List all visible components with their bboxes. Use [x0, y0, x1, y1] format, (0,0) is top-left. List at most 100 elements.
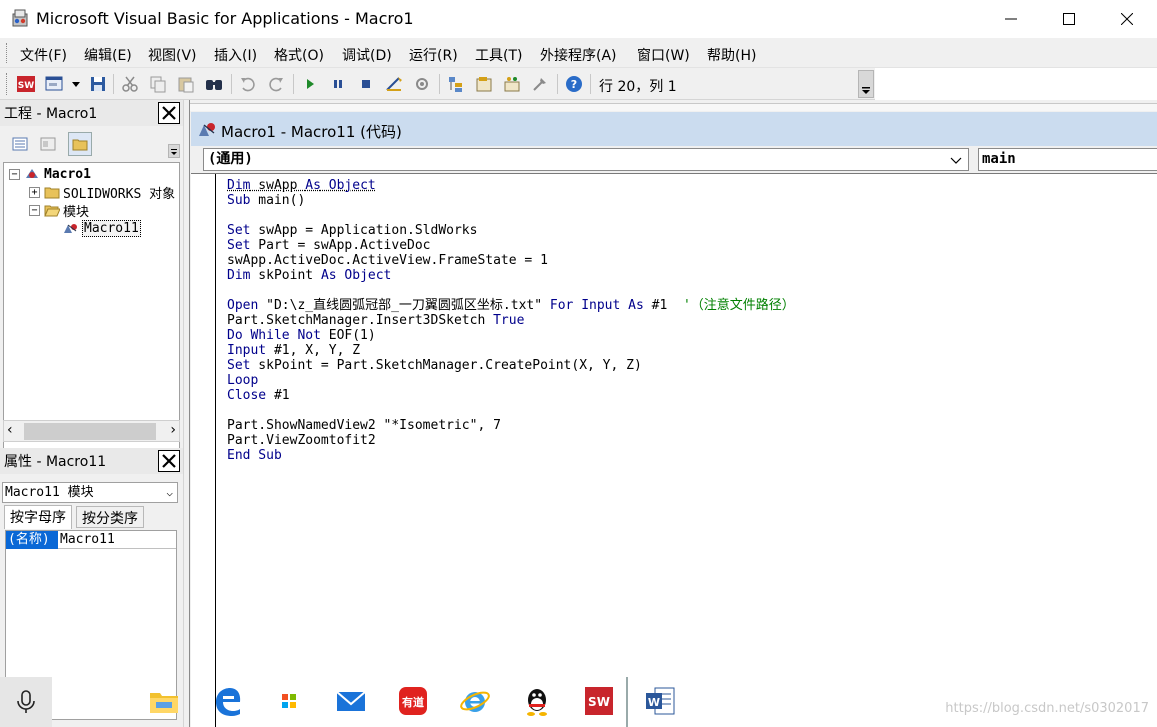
code-line[interactable]: Set Part = swApp.ActiveDoc — [227, 238, 1157, 253]
code-line[interactable]: Part.ViewZoomtofit2 — [227, 433, 1157, 448]
toolbox-button[interactable] — [530, 74, 550, 94]
procedure-combo[interactable]: main — [978, 148, 1157, 171]
tab-categorized[interactable]: 按分类序 — [76, 506, 144, 528]
toolbar-separator — [293, 74, 294, 94]
insert-dropdown-arrow[interactable] — [66, 74, 78, 94]
menu-window[interactable]: 窗口(W) — [637, 45, 690, 65]
code-text[interactable]: Dim swApp As Object Sub main() Set swApp … — [227, 178, 1157, 463]
code-line[interactable]: Close #1 — [227, 388, 1157, 403]
code-line[interactable]: Input #1, X, Y, Z — [227, 343, 1157, 358]
project-toolbar-overflow[interactable] — [168, 144, 180, 158]
menu-insert[interactable]: 插入(I) — [214, 45, 257, 65]
tab-alphabetic[interactable]: 按字母序 — [4, 505, 72, 529]
code-line[interactable]: End Sub — [227, 448, 1157, 463]
taskbar-youdao[interactable]: 有道 — [396, 684, 430, 718]
taskbar-word[interactable]: W — [643, 684, 677, 718]
code-line[interactable]: Dim swApp As Object — [227, 178, 1157, 193]
view-solidworks-button[interactable]: SW — [16, 74, 36, 94]
collapse-toggle[interactable]: − — [29, 205, 40, 216]
toolbar-overflow-button[interactable] — [858, 70, 874, 98]
taskbar-file-explorer[interactable] — [147, 684, 181, 718]
view-object-button[interactable] — [36, 132, 60, 156]
tree-horizontal-scrollbar[interactable]: ‹ › — [3, 420, 180, 442]
code-line[interactable] — [227, 403, 1157, 418]
tree-node-module-macro11[interactable]: Macro11 — [62, 219, 141, 237]
design-mode-button[interactable] — [384, 74, 404, 94]
scrollbar-thumb[interactable] — [24, 423, 156, 440]
toolbar-separator — [557, 74, 558, 94]
code-window-titlebar: Macro1 - Macro11 (代码) — [191, 112, 1157, 146]
code-line[interactable]: swApp.ActiveDoc.ActiveView.FrameState = … — [227, 253, 1157, 268]
code-line[interactable]: Do While Not EOF(1) — [227, 328, 1157, 343]
debug-tool-button[interactable] — [412, 74, 432, 94]
undo-button[interactable] — [238, 74, 258, 94]
code-line[interactable]: Loop — [227, 373, 1157, 388]
close-button[interactable] — [1098, 0, 1156, 38]
menu-help[interactable]: 帮助(H) — [707, 45, 756, 65]
code-editor[interactable]: Dim swApp As Object Sub main() Set swApp … — [191, 173, 1157, 727]
insert-userform-button[interactable] — [44, 74, 64, 94]
code-margin[interactable] — [191, 174, 216, 727]
scroll-right-icon[interactable]: › — [170, 422, 176, 438]
menu-file[interactable]: 文件(F) — [20, 45, 67, 65]
menu-format[interactable]: 格式(O) — [274, 45, 324, 65]
scroll-left-icon[interactable]: ‹ — [7, 422, 13, 438]
taskbar-mail[interactable] — [334, 684, 368, 718]
code-token: Part.SketchManager.Insert3DSketch — [227, 313, 493, 328]
code-line[interactable]: Sub main() — [227, 193, 1157, 208]
object-browser-button[interactable] — [502, 74, 522, 94]
menu-addins[interactable]: 外接程序(A) — [540, 45, 617, 65]
code-token: "D:\z_直线圆弧冠部_一刀翼圆弧区坐标.txt" — [258, 298, 550, 313]
taskbar-edge[interactable] — [210, 684, 244, 718]
collapse-toggle[interactable]: − — [9, 169, 20, 180]
tree-node-solidworks-objects[interactable]: + SOLIDWORKS 对象 — [29, 183, 175, 201]
properties-window-button[interactable] — [474, 74, 494, 94]
menu-view[interactable]: 视图(V) — [148, 45, 197, 65]
properties-pane-close-button[interactable] — [158, 450, 180, 472]
object-combo[interactable]: (通用) — [203, 148, 969, 171]
microphone-button[interactable] — [0, 677, 52, 727]
cut-button[interactable] — [120, 74, 140, 94]
code-line[interactable]: Part.ShowNamedView2 "*Isometric", 7 — [227, 418, 1157, 433]
break-button[interactable] — [328, 74, 348, 94]
taskbar-solidworks[interactable]: SW — [582, 684, 616, 718]
property-row[interactable]: (名称) Macro11 — [6, 531, 176, 549]
code-line[interactable] — [227, 208, 1157, 223]
taskbar-internet-explorer[interactable] — [458, 684, 492, 718]
project-pane-close-button[interactable] — [158, 102, 180, 124]
find-button[interactable] — [204, 74, 224, 94]
code-line[interactable]: Set skPoint = Part.SketchManager.CreateP… — [227, 358, 1157, 373]
property-value[interactable]: Macro11 — [60, 531, 115, 548]
taskbar-store[interactable] — [272, 684, 306, 718]
code-line[interactable]: Dim skPoint As Object — [227, 268, 1157, 283]
project-explorer-button[interactable] — [446, 74, 466, 94]
help-button[interactable]: ? — [564, 74, 584, 94]
maximize-button[interactable] — [1040, 0, 1098, 38]
paste-button[interactable] — [176, 74, 196, 94]
run-button[interactable] — [300, 74, 320, 94]
reset-button[interactable] — [356, 74, 376, 94]
redo-button[interactable] — [266, 74, 286, 94]
expand-toggle[interactable]: + — [29, 187, 40, 198]
code-line[interactable]: Open "D:\z_直线圆弧冠部_一刀翼圆弧区坐标.txt" For Inpu… — [227, 298, 1157, 313]
module-icon — [62, 221, 80, 235]
code-line[interactable] — [227, 283, 1157, 298]
code-line[interactable]: Part.SketchManager.Insert3DSketch True — [227, 313, 1157, 328]
taskbar-qq[interactable] — [520, 684, 554, 718]
menu-run[interactable]: 运行(R) — [409, 45, 458, 65]
menu-tools[interactable]: 工具(T) — [475, 45, 522, 65]
minimize-button[interactable] — [982, 0, 1040, 38]
tree-node-modules[interactable]: − 模块 — [29, 201, 89, 219]
toggle-folders-button[interactable] — [68, 132, 92, 156]
menu-edit[interactable]: 编辑(E) — [84, 45, 132, 65]
copy-button[interactable] — [148, 74, 168, 94]
save-button[interactable] — [88, 74, 108, 94]
code-line[interactable]: Set swApp = Application.SldWorks — [227, 223, 1157, 238]
properties-object-select[interactable]: Macro11 模块 ⌵ — [2, 482, 178, 503]
code-token: skPoint — [250, 268, 320, 283]
tree-node-root[interactable]: − Macro1 — [9, 165, 91, 183]
menu-debug[interactable]: 调试(D) — [342, 45, 392, 65]
chevron-down-icon — [169, 145, 179, 157]
view-code-button[interactable] — [8, 132, 32, 156]
close-icon — [162, 106, 176, 120]
